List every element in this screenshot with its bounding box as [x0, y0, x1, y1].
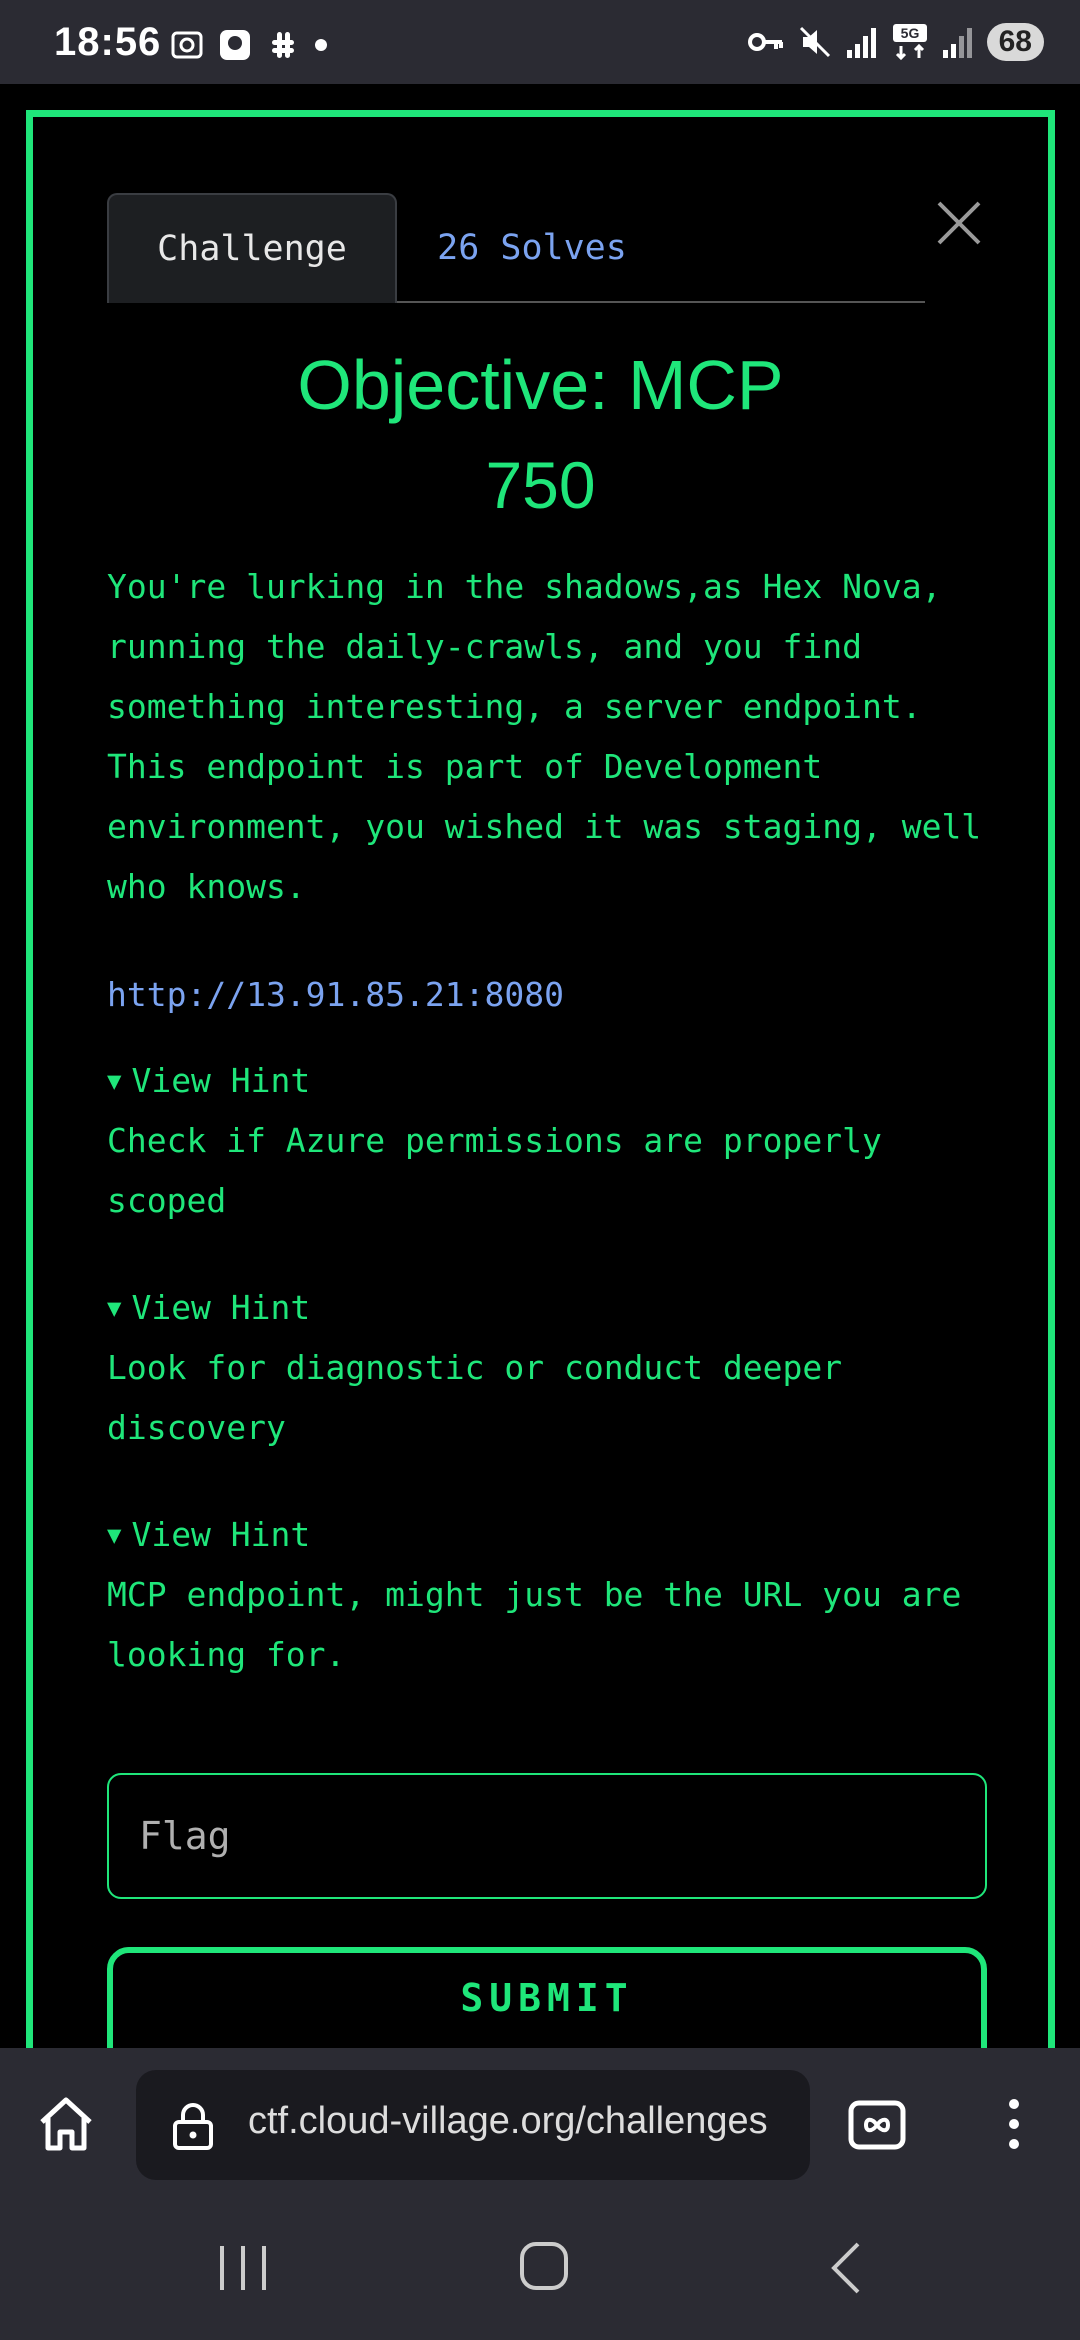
- 5g-icon: 5G: [892, 24, 927, 61]
- slack-icon: [272, 32, 294, 58]
- home-icon[interactable]: [34, 2092, 98, 2156]
- tab-solves[interactable]: 26 Solves: [417, 193, 647, 303]
- view-hint-label: View Hint: [131, 1061, 311, 1100]
- battery-indicator: 68: [986, 23, 1044, 61]
- close-icon[interactable]: [931, 195, 987, 251]
- notification-icons: [170, 28, 328, 62]
- hint-text-2: Look for diagnostic or conduct deeper di…: [107, 1348, 843, 1447]
- hint-3: ▼ View Hint MCP endpoint, might just be …: [107, 1505, 987, 1685]
- challenge-modal: Challenge 26 Solves Objective: MCP 750 Y…: [26, 110, 1055, 2110]
- more-notifications-dot-icon: [315, 39, 327, 51]
- endpoint-link[interactable]: http://13.91.85.21:8080: [107, 965, 564, 1025]
- hint-2: ▼ View Hint Look for diagnostic or condu…: [107, 1278, 987, 1458]
- lock-icon: [173, 2103, 213, 2150]
- status-time: 18:56: [54, 20, 162, 64]
- signal-r-icon: [846, 28, 876, 58]
- home-nav-icon[interactable]: [518, 2240, 570, 2292]
- caret-down-icon: ▼: [107, 1067, 122, 1095]
- view-hint-toggle-1[interactable]: ▼ View Hint: [107, 1051, 987, 1111]
- flag-input[interactable]: [107, 1773, 987, 1899]
- browser-toolbar: ctf.cloud-village.org/challenges: [0, 2048, 1080, 2194]
- mute-icon: [799, 26, 830, 58]
- challenge-tabs: Challenge 26 Solves: [107, 193, 925, 303]
- system-navigation-bar: [0, 2194, 1080, 2340]
- view-hint-toggle-2[interactable]: ▼ View Hint: [107, 1278, 987, 1338]
- view-hint-label: View Hint: [131, 1288, 311, 1327]
- svg-text:5G: 5G: [900, 25, 919, 41]
- hint-1: ▼ View Hint Check if Azure permissions a…: [107, 1051, 987, 1231]
- view-hint-label: View Hint: [131, 1515, 311, 1554]
- hint-text-1: Check if Azure permissions are properly …: [107, 1121, 882, 1220]
- challenge-title: Objective: MCP: [297, 346, 784, 424]
- system-icons: 5G 68: [747, 22, 1044, 62]
- status-bar: 18:56 5G 68: [0, 0, 1080, 84]
- challenge-description: You're lurking in the shadows,as Hex Nov…: [107, 567, 982, 906]
- tab-challenge[interactable]: Challenge: [107, 193, 397, 303]
- caret-down-icon: ▼: [107, 1521, 122, 1549]
- caret-down-icon: ▼: [107, 1294, 122, 1322]
- url-text: ctf.cloud-village.org/challenges: [248, 2100, 768, 2142]
- tab-switcher-icon[interactable]: [848, 2100, 906, 2150]
- signal-strength-icon: [942, 28, 972, 58]
- view-hint-toggle-3[interactable]: ▼ View Hint: [107, 1505, 987, 1565]
- address-bar[interactable]: ctf.cloud-village.org/challenges: [136, 2070, 810, 2180]
- challenge-points: 750: [485, 448, 596, 522]
- more-options-icon[interactable]: [994, 2094, 1034, 2154]
- recent-apps-icon[interactable]: [216, 2242, 270, 2294]
- hint-text-3: MCP endpoint, might just be the URL you …: [107, 1575, 962, 1674]
- screenshot-icon: [171, 31, 203, 59]
- app-notification-icon: [220, 30, 250, 60]
- vpn-key-icon: [747, 33, 783, 51]
- back-icon[interactable]: [826, 2240, 866, 2296]
